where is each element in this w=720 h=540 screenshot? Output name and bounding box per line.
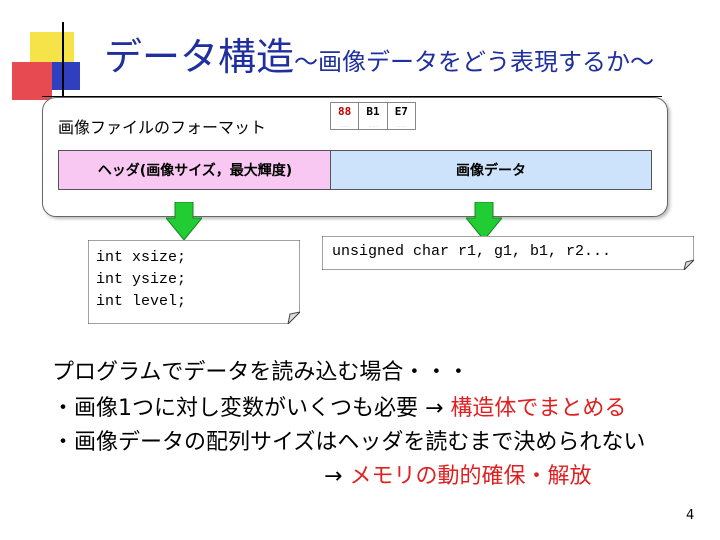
header-section-box: ヘッダ(画像サイズ，最大輝度) bbox=[58, 150, 332, 190]
byte-caption: ..... bbox=[340, 124, 350, 128]
body-line-2: ・画像1つに対し変数がいくつも必要 → 構造体でまとめる bbox=[52, 390, 626, 422]
byte-caption: ..... bbox=[368, 124, 378, 128]
code-line: int xsize; bbox=[96, 249, 187, 266]
title-subtitle: ～画像データをどう表現するか～ bbox=[294, 48, 655, 76]
down-arrow-icon bbox=[466, 202, 502, 240]
body-line-3: ・画像データの配列サイズはヘッダを読むまで決められない bbox=[52, 430, 646, 455]
body-line-4: → メモリの動的確保・解放 bbox=[324, 458, 591, 490]
decor-red-square bbox=[12, 62, 52, 100]
body-line-1: プログラムでデータを読み込む場合・・・ bbox=[52, 360, 470, 385]
page-number: 4 bbox=[686, 508, 695, 523]
title-main: データ構造 bbox=[104, 35, 295, 79]
slide-title: データ構造～画像データをどう表現するか～ bbox=[104, 26, 654, 81]
byte-cell: B1..... bbox=[359, 103, 388, 129]
byte-value: E7 bbox=[394, 105, 408, 118]
byte-sample: 88..... B1..... E7..... bbox=[330, 102, 416, 130]
code-line: int ysize; bbox=[96, 271, 187, 288]
byte-value: B1 bbox=[366, 105, 380, 118]
format-label: 画像ファイルのフォーマット bbox=[58, 118, 267, 137]
body-line-4-highlight: メモリの動的確保・解放 bbox=[349, 464, 592, 489]
down-arrow-icon bbox=[166, 202, 202, 240]
decor-horizontal-line bbox=[42, 96, 662, 97]
body-line-4-text: → bbox=[324, 464, 350, 489]
code-block: int xsize; int ysize; int level; bbox=[96, 247, 186, 313]
byte-caption: ..... bbox=[396, 124, 406, 128]
byte-value: 88 bbox=[338, 105, 352, 118]
code-line: int level; bbox=[96, 293, 187, 310]
body-line-2-highlight: 構造体でまとめる bbox=[450, 396, 627, 421]
decor-blue-square bbox=[52, 62, 80, 90]
image-data-code: unsigned char r1, g1, b1, r2... bbox=[332, 243, 612, 260]
byte-cell: 88..... bbox=[331, 103, 360, 129]
byte-cell: E7..... bbox=[388, 103, 415, 129]
body-line-2-text: ・画像1つに対し変数がいくつも必要 → bbox=[52, 396, 451, 421]
image-data-box: 画像データ bbox=[330, 150, 652, 190]
